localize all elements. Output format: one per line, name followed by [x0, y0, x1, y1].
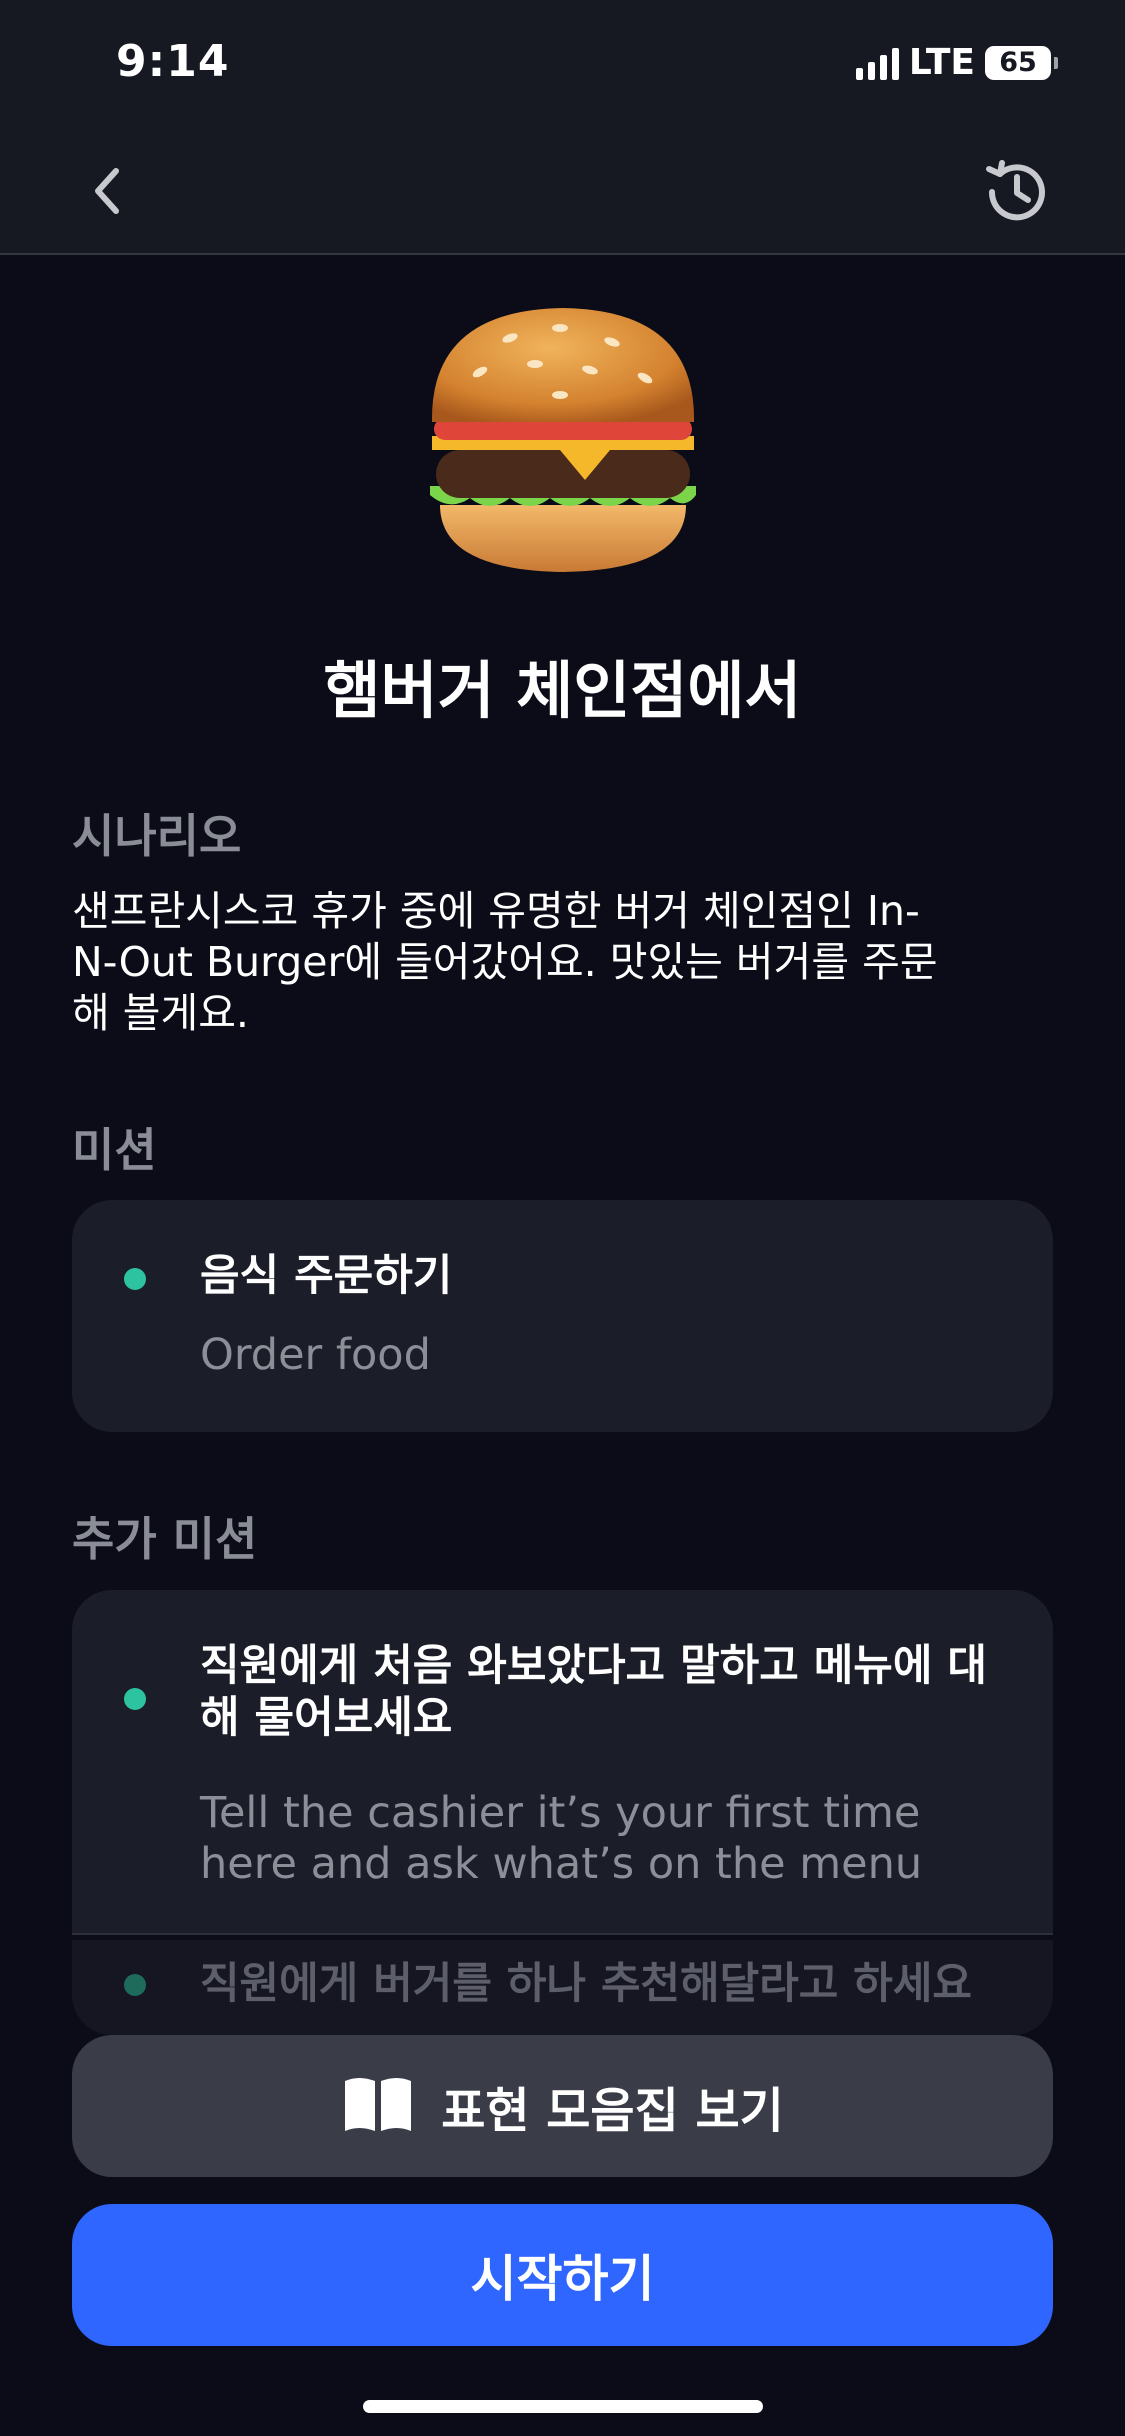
phrase-collection-label: 표현 모음집 보기 [441, 2083, 784, 2139]
scenario-label: 시나리오 [72, 809, 242, 863]
battery-icon: 65 [985, 45, 1058, 80]
status-time: 9:14 [116, 36, 230, 87]
signal-icon [855, 46, 899, 80]
extra-mission-line: here and ask what’s on the menu [200, 1839, 923, 1889]
extra-mission-line: 해 물어보세요 [200, 1693, 453, 1743]
scenario-line: 샌프란시스코 휴가 중에 유명한 버거 체인점인 In- [72, 887, 920, 935]
extra-mission-line: 직원에게 처음 와보았다고 말하고 메뉴에 대 [200, 1641, 987, 1691]
divider [72, 1933, 1053, 1935]
bullet-dot [124, 1268, 146, 1290]
start-button[interactable]: 시작하기 [72, 2204, 1053, 2346]
scenario-line: N-Out Burger에 들어갔어요. 맛있는 버거를 주문 [72, 938, 938, 986]
extra-mission-korean: 직원에게 처음 와보았다고 말하고 메뉴에 대 해 물어보세요 [200, 1640, 1040, 1744]
extra-mission-korean: 직원에게 버거를 하나 추천해달라고 하세요 [200, 1959, 972, 2009]
mission-korean: 음식 주문하기 [200, 1251, 453, 1301]
extra-mission-label: 추가 미션 [72, 1512, 258, 1566]
mission-english: Order food [200, 1330, 431, 1380]
bullet-dot [124, 1974, 146, 1996]
battery-level: 65 [999, 47, 1037, 78]
phrase-collection-button[interactable]: 표현 모음집 보기 [72, 2035, 1053, 2177]
status-bar: 9:14 LTE 65 [0, 0, 1125, 125]
bullet-dot [124, 1688, 146, 1710]
start-label: 시작하기 [470, 2250, 655, 2308]
scenario-line: 해 볼게요. [72, 989, 249, 1037]
mission-card: 음식 주문하기 Order food [72, 1200, 1053, 1432]
hamburger-icon [0, 290, 1125, 590]
chevron-left-icon[interactable] [78, 161, 138, 221]
extra-mission-english: Tell the cashier it’s your first time he… [200, 1788, 1040, 1890]
extra-mission-card: 직원에게 처음 와보았다고 말하고 메뉴에 대 해 물어보세요 Tell the… [72, 1590, 1053, 1935]
page-title: 햄버거 체인점에서 [323, 654, 802, 727]
history-clock-icon[interactable] [980, 155, 1054, 229]
network-label: LTE [908, 42, 975, 83]
extra-mission-line: Tell the cashier it’s your first time [200, 1788, 921, 1838]
scenario-text: 샌프란시스코 휴가 중에 유명한 버거 체인점인 In- N-Out Burge… [72, 886, 1032, 1039]
extra-mission-item: 직원에게 버거를 하나 추천해달라고 하세요 [72, 1940, 1053, 2035]
home-indicator[interactable] [363, 2400, 763, 2413]
nav-bar [0, 125, 1125, 255]
status-indicators: LTE 65 [855, 42, 1058, 83]
mission-label: 미션 [72, 1123, 157, 1177]
open-book-icon [341, 2075, 415, 2137]
